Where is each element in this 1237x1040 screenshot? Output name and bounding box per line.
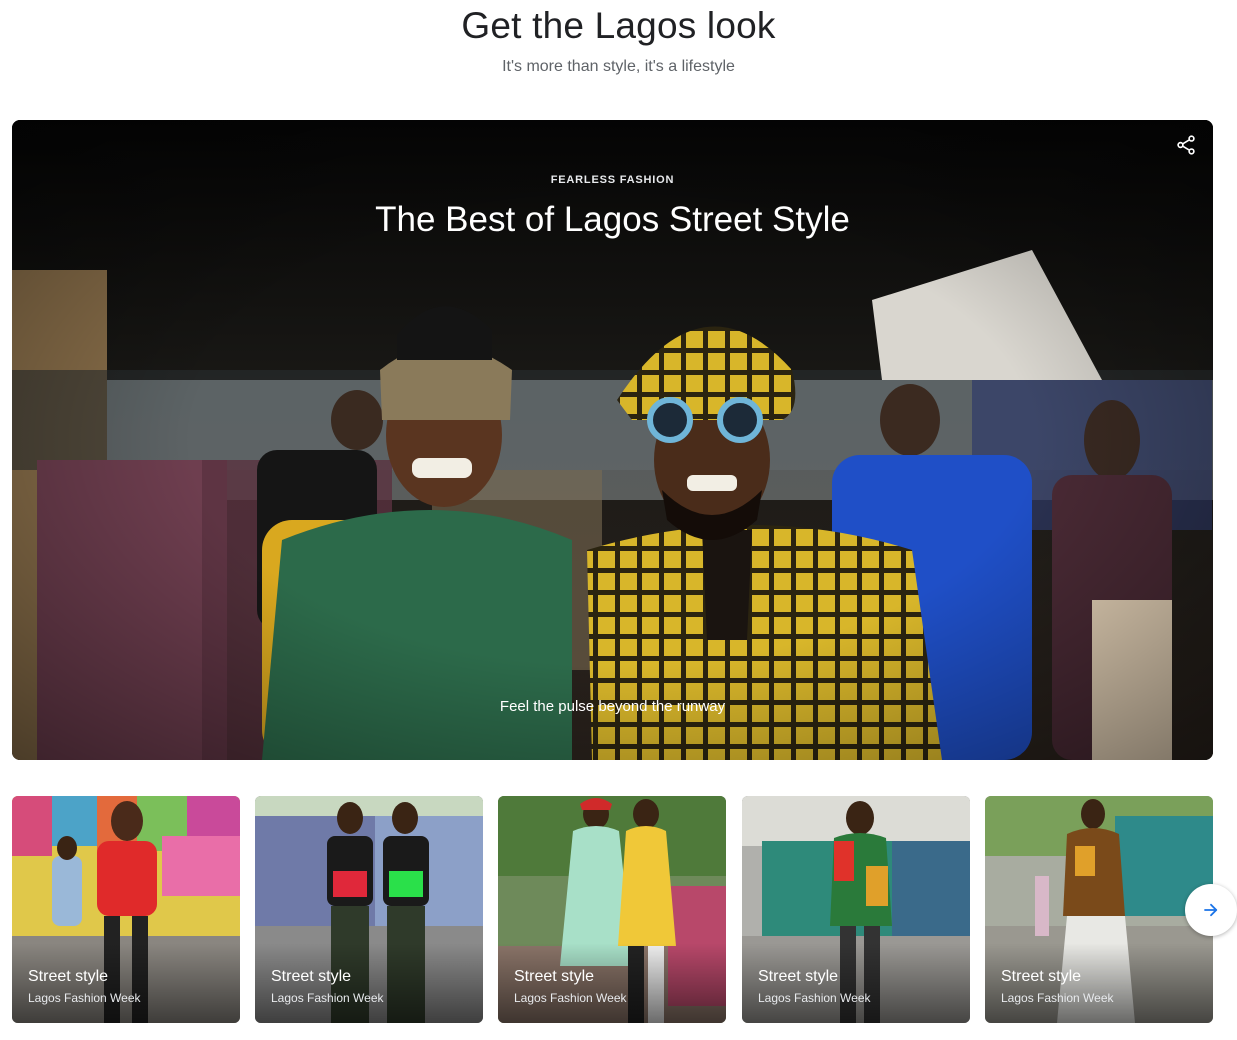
story-carousel: Street style Lagos Fashion Week Street s… (12, 796, 1237, 1024)
card-subtitle: Lagos Fashion Week (514, 991, 627, 1005)
story-card[interactable]: Street style Lagos Fashion Week (985, 796, 1213, 1023)
card-title: Street style (28, 968, 109, 985)
card-title: Street style (1001, 968, 1082, 985)
card-subtitle: Lagos Fashion Week (271, 991, 384, 1005)
card-title: Street style (271, 968, 352, 985)
story-card[interactable]: Street style Lagos Fashion Week (12, 796, 240, 1023)
card-subtitle: Lagos Fashion Week (758, 991, 871, 1005)
hero-caption: Feel the pulse beyond the runway (499, 698, 726, 715)
story-card[interactable]: Street style Lagos Fashion Week (498, 796, 726, 1023)
card-title: Street style (514, 968, 595, 985)
story-card[interactable]: Street style Lagos Fashion Week (742, 796, 970, 1023)
arrow-right-icon (1204, 903, 1218, 917)
share-button[interactable] (1173, 132, 1199, 158)
page-subtitle: It's more than style, it's a lifestyle (502, 58, 735, 75)
card-title: Street style (758, 968, 839, 985)
hero-story-card[interactable]: FEARLESS FASHION The Best of Lagos Stree… (12, 120, 1213, 760)
story-card[interactable]: Street style Lagos Fashion Week (255, 796, 483, 1023)
share-icon (1177, 135, 1195, 155)
page-title: Get the Lagos look (461, 5, 776, 46)
card-subtitle: Lagos Fashion Week (1001, 991, 1114, 1005)
card-subtitle: Lagos Fashion Week (28, 991, 141, 1005)
carousel-next-button[interactable] (1185, 884, 1237, 936)
hero-overline: FEARLESS FASHION (550, 174, 675, 186)
hero-title[interactable]: The Best of Lagos Street Style (12, 200, 1213, 240)
